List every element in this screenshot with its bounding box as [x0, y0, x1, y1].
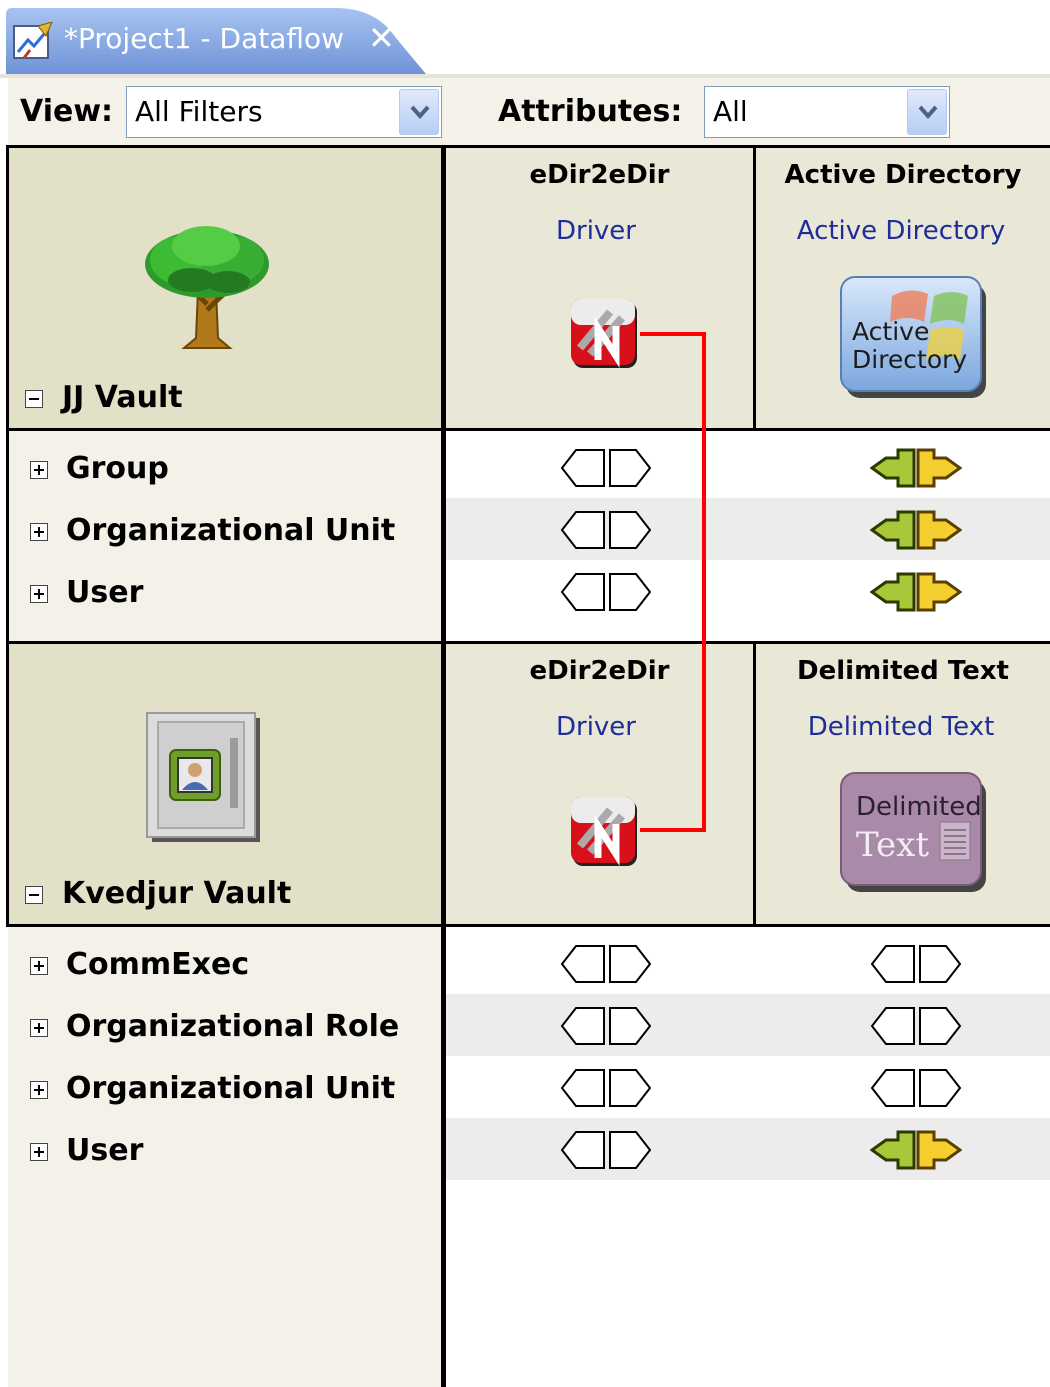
- sync-filter-icon[interactable]: [870, 508, 962, 552]
- sync-filter-icon[interactable]: [870, 446, 962, 490]
- grid-line: [6, 428, 1050, 431]
- tree-icon: [145, 226, 269, 349]
- collapse-icon[interactable]: [25, 390, 43, 408]
- vault-name: Kvedjur Vault: [62, 876, 292, 911]
- icon-text-line: Delimited: [856, 792, 982, 822]
- view-dropdown-value: All Filters: [135, 95, 263, 128]
- filter-empty-icon[interactable]: [560, 508, 652, 552]
- grid-line: [6, 145, 9, 927]
- tab-strip: *Project1 - Dataflow ✕: [0, 0, 1050, 78]
- expand-icon[interactable]: [30, 1081, 48, 1099]
- icon-text-line: Directory: [852, 345, 968, 374]
- grid-line: [6, 641, 1050, 644]
- attributes-dropdown[interactable]: All: [704, 86, 950, 138]
- view-dropdown[interactable]: All Filters: [126, 86, 442, 138]
- dataflow-editor-icon: [13, 22, 53, 59]
- sync-filter-icon[interactable]: [870, 570, 962, 614]
- expand-icon[interactable]: [30, 585, 48, 603]
- class-label[interactable]: User: [66, 575, 143, 610]
- chevron-down-icon[interactable]: [399, 89, 439, 135]
- expand-icon[interactable]: [30, 1019, 48, 1037]
- attributes-dropdown-value: All: [713, 95, 748, 128]
- filter-empty-icon[interactable]: [560, 446, 652, 490]
- edir-driver-icon[interactable]: [570, 298, 640, 370]
- filter-toolbar: View: All Filters Attributes: All: [8, 78, 1050, 146]
- filter-empty-icon[interactable]: [870, 1004, 962, 1048]
- expand-icon[interactable]: [30, 461, 48, 479]
- chevron-down-icon[interactable]: [907, 89, 947, 135]
- class-label[interactable]: CommExec: [66, 947, 249, 982]
- grid-line: [6, 145, 1050, 148]
- column-name: Active Directory: [784, 160, 1022, 190]
- expand-icon[interactable]: [30, 1143, 48, 1161]
- class-label[interactable]: Group: [66, 451, 169, 486]
- expand-icon[interactable]: [30, 523, 48, 541]
- delimited-text-icon-text: Delimited Text: [856, 788, 982, 864]
- vault-name: JJ Vault: [62, 380, 183, 415]
- icon-text-line: Text: [856, 825, 929, 865]
- icon-text-line: Active: [852, 317, 930, 346]
- class-label[interactable]: Organizational Unit: [66, 1071, 395, 1106]
- grid-line: [441, 145, 446, 1387]
- filter-empty-icon[interactable]: [560, 1066, 652, 1110]
- edir-driver-icon[interactable]: [570, 796, 640, 868]
- view-label: View:: [20, 94, 114, 129]
- column-name: Delimited Text: [797, 656, 1009, 686]
- attributes-label: Attributes:: [498, 94, 683, 129]
- column-name: eDir2eDir: [529, 160, 670, 190]
- filter-empty-icon[interactable]: [870, 942, 962, 986]
- class-label[interactable]: Organizational Role: [66, 1009, 399, 1044]
- sync-filter-icon[interactable]: [870, 1128, 962, 1172]
- filter-empty-icon[interactable]: [560, 570, 652, 614]
- grid-line: [6, 924, 1050, 927]
- collapse-icon[interactable]: [25, 886, 43, 904]
- expand-icon[interactable]: [30, 957, 48, 975]
- driver-link[interactable]: Delimited Text: [756, 712, 1046, 742]
- close-icon[interactable]: ✕: [368, 18, 395, 58]
- filter-empty-icon[interactable]: [870, 1066, 962, 1110]
- class-label[interactable]: User: [66, 1133, 143, 1168]
- class-label[interactable]: Organizational Unit: [66, 513, 395, 548]
- driver-link[interactable]: Active Directory: [756, 216, 1046, 246]
- tab-title: *Project1 - Dataflow: [64, 22, 345, 55]
- vault-safe-icon: [146, 712, 260, 842]
- active-directory-icon-text: Active Directory: [852, 318, 967, 374]
- filter-empty-icon[interactable]: [560, 1004, 652, 1048]
- filter-empty-icon[interactable]: [560, 1128, 652, 1172]
- filter-empty-icon[interactable]: [560, 942, 652, 986]
- driver-link[interactable]: Driver: [446, 216, 746, 246]
